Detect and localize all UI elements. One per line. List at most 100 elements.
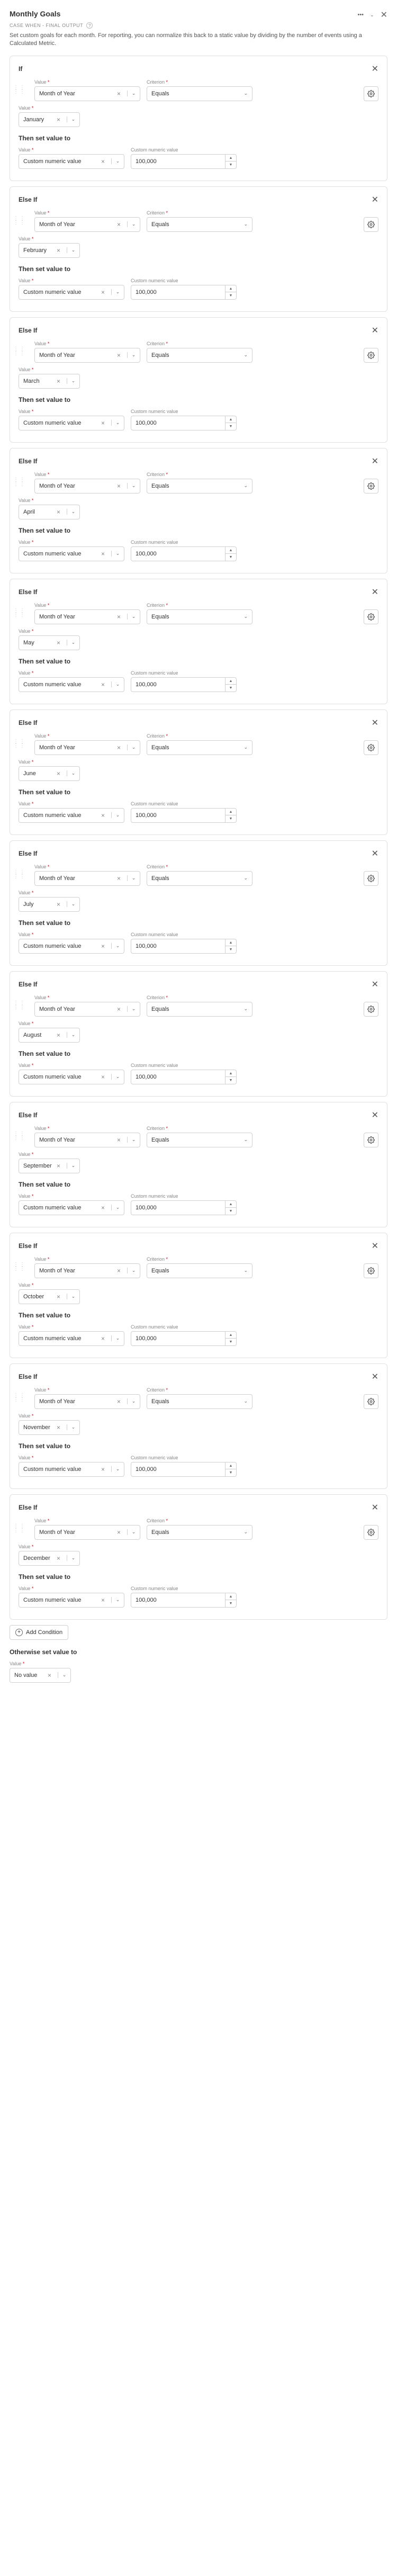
- chevron-down-icon[interactable]: ⌄: [67, 640, 79, 645]
- settings-button[interactable]: [364, 1525, 378, 1540]
- goal-number-input[interactable]: 100,000 ▲ ▼: [131, 546, 237, 561]
- value-field-select[interactable]: Month of Year × ⌄: [34, 1133, 140, 1147]
- remove-condition-icon[interactable]: ✕: [372, 194, 378, 205]
- criterion-select[interactable]: Equals ⌄: [147, 1525, 252, 1540]
- then-value-type-select[interactable]: Custom numeric value × ⌄: [19, 677, 124, 692]
- clear-icon[interactable]: ×: [55, 116, 62, 123]
- goal-number-input[interactable]: 100,000 ▲ ▼: [131, 1331, 237, 1346]
- step-down-icon[interactable]: ▼: [225, 1077, 236, 1084]
- goal-number-input[interactable]: 100,000 ▲ ▼: [131, 1593, 237, 1608]
- chevron-down-icon[interactable]: ⌄: [111, 1335, 124, 1341]
- remove-condition-icon[interactable]: ✕: [372, 1371, 378, 1382]
- clear-icon[interactable]: ×: [99, 550, 107, 558]
- step-down-icon[interactable]: ▼: [225, 1339, 236, 1345]
- value-field-select[interactable]: Month of Year × ⌄: [34, 609, 140, 624]
- clear-icon[interactable]: ×: [115, 1267, 123, 1274]
- goal-number-value[interactable]: 100,000: [131, 939, 225, 954]
- settings-button[interactable]: [364, 217, 378, 232]
- then-value-type-select[interactable]: Custom numeric value × ⌄: [19, 1462, 124, 1477]
- goal-number-value[interactable]: 100,000: [131, 154, 225, 169]
- settings-button[interactable]: [364, 479, 378, 493]
- settings-button[interactable]: [364, 1133, 378, 1147]
- month-value-select[interactable]: February × ⌄: [19, 243, 80, 258]
- value-field-select[interactable]: Month of Year × ⌄: [34, 1002, 140, 1017]
- clear-icon[interactable]: ×: [99, 943, 107, 950]
- goal-number-value[interactable]: 100,000: [131, 1462, 225, 1477]
- clear-icon[interactable]: ×: [55, 1162, 62, 1170]
- step-down-icon[interactable]: ▼: [225, 815, 236, 822]
- remove-condition-icon[interactable]: ✕: [372, 64, 378, 74]
- criterion-select[interactable]: Equals ⌄: [147, 1133, 252, 1147]
- then-value-type-select[interactable]: Custom numeric value × ⌄: [19, 808, 124, 823]
- criterion-select[interactable]: Equals ⌄: [147, 348, 252, 363]
- then-value-type-select[interactable]: Custom numeric value × ⌄: [19, 416, 124, 430]
- clear-icon[interactable]: ×: [99, 681, 107, 688]
- month-value-select[interactable]: April × ⌄: [19, 505, 80, 519]
- clear-icon[interactable]: ×: [115, 1529, 123, 1536]
- value-field-select[interactable]: Month of Year × ⌄: [34, 217, 140, 232]
- criterion-select[interactable]: Equals ⌄: [147, 1002, 252, 1017]
- value-field-select[interactable]: Month of Year × ⌄: [34, 86, 140, 101]
- clear-icon[interactable]: ×: [115, 1398, 123, 1405]
- remove-condition-icon[interactable]: ✕: [372, 325, 378, 336]
- month-value-select[interactable]: May × ⌄: [19, 635, 80, 650]
- step-up-icon[interactable]: ▲: [225, 547, 236, 554]
- goal-number-input[interactable]: 100,000 ▲ ▼: [131, 1462, 237, 1477]
- drag-handle-icon[interactable]: ⋮⋮⋮⋮: [13, 609, 28, 617]
- drag-handle-icon[interactable]: ⋮⋮⋮⋮: [13, 1394, 28, 1402]
- month-value-select[interactable]: October × ⌄: [19, 1289, 80, 1304]
- chevron-down-icon[interactable]: ⌄: [127, 875, 140, 881]
- criterion-select[interactable]: Equals ⌄: [147, 86, 252, 101]
- step-up-icon[interactable]: ▲: [225, 285, 236, 293]
- goal-number-input[interactable]: 100,000 ▲ ▼: [131, 154, 237, 169]
- month-value-select[interactable]: March × ⌄: [19, 374, 80, 389]
- month-value-select[interactable]: September × ⌄: [19, 1159, 80, 1173]
- step-down-icon[interactable]: ▼: [225, 423, 236, 430]
- clear-icon[interactable]: ×: [115, 221, 123, 228]
- drag-handle-icon[interactable]: ⋮⋮⋮⋮: [13, 1001, 28, 1010]
- goal-number-input[interactable]: 100,000 ▲ ▼: [131, 808, 237, 823]
- month-value-select[interactable]: December × ⌄: [19, 1551, 80, 1566]
- step-up-icon[interactable]: ▲: [225, 155, 236, 162]
- clear-icon[interactable]: ×: [55, 770, 62, 777]
- chevron-down-icon[interactable]: ⌄: [127, 91, 140, 96]
- chevron-down-icon[interactable]: ⌄: [111, 289, 124, 295]
- then-value-type-select[interactable]: Custom numeric value × ⌄: [19, 285, 124, 300]
- clear-icon[interactable]: ×: [115, 613, 123, 621]
- clear-icon[interactable]: ×: [99, 1466, 107, 1473]
- chevron-down-icon[interactable]: ⌄: [127, 744, 140, 750]
- clear-icon[interactable]: ×: [115, 875, 123, 882]
- chevron-down-icon[interactable]: ⌄: [127, 1006, 140, 1012]
- goal-number-input[interactable]: 100,000 ▲ ▼: [131, 285, 237, 300]
- goal-number-value[interactable]: 100,000: [131, 677, 225, 692]
- remove-condition-icon[interactable]: ✕: [372, 979, 378, 990]
- criterion-select[interactable]: Equals ⌄: [147, 479, 252, 493]
- collapse-icon[interactable]: ⌄: [370, 12, 374, 18]
- goal-number-value[interactable]: 100,000: [131, 546, 225, 561]
- goal-number-input[interactable]: 100,000 ▲ ▼: [131, 1070, 237, 1084]
- clear-icon[interactable]: ×: [115, 1136, 123, 1144]
- then-value-type-select[interactable]: Custom numeric value × ⌄: [19, 1200, 124, 1215]
- remove-condition-icon[interactable]: ✕: [372, 456, 378, 466]
- step-down-icon[interactable]: ▼: [225, 554, 236, 561]
- then-value-type-select[interactable]: Custom numeric value × ⌄: [19, 1593, 124, 1608]
- settings-button[interactable]: [364, 1002, 378, 1017]
- remove-condition-icon[interactable]: ✕: [372, 848, 378, 859]
- chevron-down-icon[interactable]: ⌄: [67, 378, 79, 384]
- clear-icon[interactable]: ×: [55, 378, 62, 385]
- add-condition-button[interactable]: + Add Condition: [10, 1625, 68, 1640]
- drag-handle-icon[interactable]: ⋮⋮⋮⋮: [13, 740, 28, 748]
- chevron-down-icon[interactable]: ⌄: [111, 420, 124, 426]
- settings-button[interactable]: [364, 740, 378, 755]
- drag-handle-icon[interactable]: ⋮⋮⋮⋮: [13, 217, 28, 225]
- chevron-down-icon[interactable]: ⌄: [111, 1205, 124, 1210]
- chevron-down-icon[interactable]: ⌄: [111, 1597, 124, 1603]
- settings-button[interactable]: [364, 348, 378, 363]
- help-icon[interactable]: ?: [86, 22, 93, 29]
- step-down-icon[interactable]: ▼: [225, 292, 236, 299]
- step-up-icon[interactable]: ▲: [225, 416, 236, 424]
- settings-button[interactable]: [364, 609, 378, 624]
- goal-number-input[interactable]: 100,000 ▲ ▼: [131, 1200, 237, 1215]
- step-up-icon[interactable]: ▲: [225, 1332, 236, 1339]
- step-up-icon[interactable]: ▲: [225, 939, 236, 947]
